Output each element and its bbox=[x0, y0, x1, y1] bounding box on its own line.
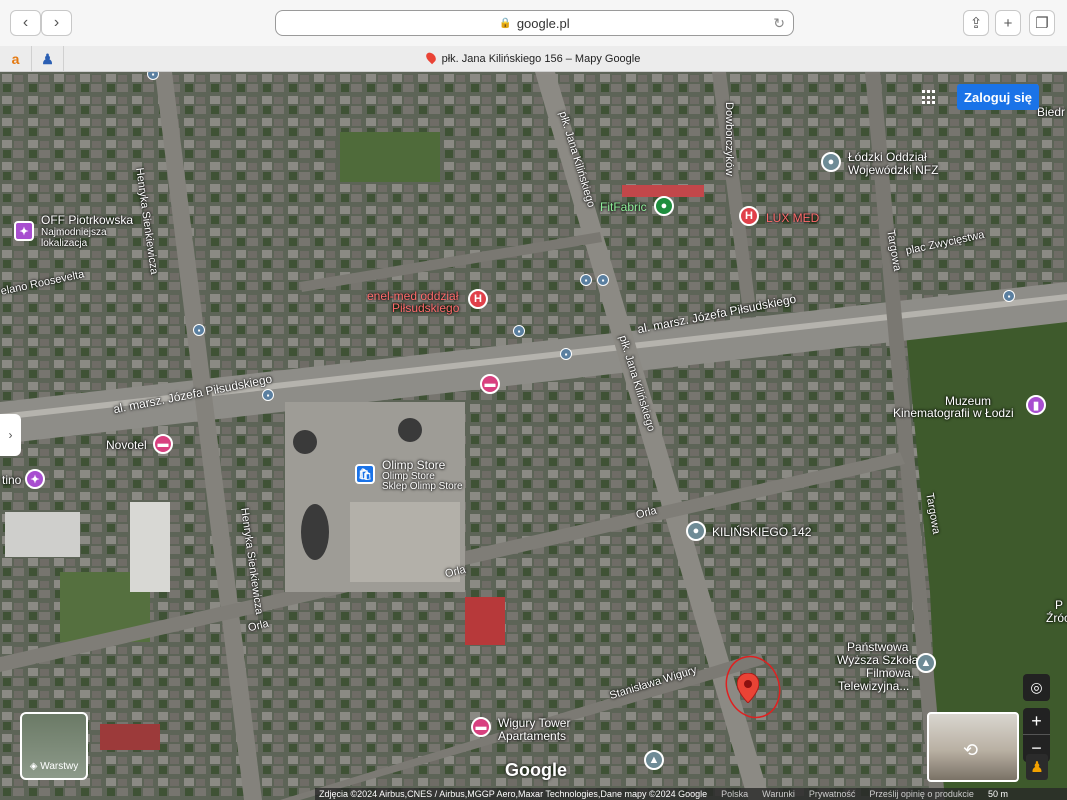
url-text: google.pl bbox=[516, 15, 570, 31]
hotel-icon[interactable]: ▬ bbox=[471, 717, 491, 737]
place-label[interactable]: Olimp Store bbox=[382, 458, 445, 472]
rotate-icon: ⟲ bbox=[963, 740, 979, 760]
back-button[interactable]: ‹ bbox=[10, 10, 41, 36]
zoom-in-button[interactable]: + bbox=[1023, 708, 1050, 735]
place-label[interactable]: OFF Piotrkowska bbox=[41, 213, 133, 227]
place-label[interactable]: FitFabric bbox=[600, 200, 647, 214]
tab-bar: a ♟ płk. Jana Kilińskiego 156 – Mapy Goo… bbox=[0, 46, 1067, 72]
place-label: Kinematografii w Łodzi bbox=[893, 406, 1014, 420]
my-location-button[interactable]: ◎ bbox=[1023, 674, 1050, 701]
place-label: Apartaments bbox=[498, 729, 567, 743]
tram-stop-icon[interactable]: ▪ bbox=[1003, 290, 1015, 302]
imagery-credits: Zdjęcia ©2024 Airbus,CNES / Airbus,MGGP … bbox=[319, 789, 708, 799]
reload-icon[interactable]: ↻ bbox=[773, 15, 785, 32]
browser-toolbar: ‹ › 🔒 google.pl ↻ ⇪ + ❐ bbox=[0, 0, 1067, 46]
place-label: Filmowa, bbox=[866, 666, 915, 680]
tram-stop-icon[interactable]: ▪ bbox=[560, 348, 572, 360]
venue-icon[interactable]: ✦ bbox=[25, 469, 45, 489]
tram-stop-icon[interactable]: ▪ bbox=[513, 325, 525, 337]
landmark-icon[interactable]: ● bbox=[686, 521, 706, 541]
hospital-icon[interactable]: H bbox=[739, 206, 759, 226]
off-piotrkowska-icon[interactable]: ✦ bbox=[14, 221, 34, 241]
map-footer: Zdjęcia ©2024 Airbus,CNES / Airbus,MGGP … bbox=[315, 788, 1067, 800]
landmark-icon[interactable]: ● bbox=[821, 152, 841, 172]
place-label: Piłsudskiego bbox=[392, 301, 460, 315]
place-label[interactable]: Novotel bbox=[106, 438, 147, 452]
satellite-map[interactable]: Henryka Sienkiewicza Henryka Sienkiewicz… bbox=[0, 72, 1067, 800]
lock-icon: 🔒 bbox=[499, 17, 512, 29]
place-sublabel: Sklep Olimp Store bbox=[382, 481, 463, 492]
museum-icon[interactable]: ▮ bbox=[1026, 395, 1046, 415]
privacy-link[interactable]: Prywatność bbox=[809, 789, 856, 799]
place-label: Wojewódzki NFZ bbox=[848, 163, 939, 177]
layers-label: Warstwy bbox=[40, 761, 79, 772]
place-label[interactable]: P bbox=[1055, 598, 1063, 612]
scale-label[interactable]: 50 m bbox=[988, 789, 1008, 799]
school-icon[interactable]: ▲ bbox=[644, 750, 664, 770]
tab-title[interactable]: płk. Jana Kilińskiego 156 – Mapy Google bbox=[0, 50, 1067, 65]
place-label[interactable]: KILIŃSKIEGO 142 bbox=[712, 525, 811, 539]
tram-stop-icon[interactable]: ▪ bbox=[597, 274, 609, 286]
share-button[interactable]: ⇪ bbox=[963, 10, 989, 36]
fitness-icon[interactable]: ● bbox=[654, 196, 674, 216]
terms-link[interactable]: Warunki bbox=[762, 789, 795, 799]
layers-icon: ◈ bbox=[29, 761, 41, 772]
place-label[interactable]: Państwowa bbox=[847, 640, 908, 654]
place-label: Telewizyjna... bbox=[838, 679, 910, 693]
pegman-icon[interactable]: ♟ bbox=[1026, 754, 1048, 780]
apps-grid-icon[interactable] bbox=[922, 90, 937, 105]
feedback-link[interactable]: Prześlij opinię o produkcie bbox=[869, 789, 974, 799]
hotel-icon[interactable]: ▬ bbox=[153, 434, 173, 454]
forward-button[interactable]: › bbox=[41, 10, 72, 36]
tram-stop-icon[interactable]: ▪ bbox=[580, 274, 592, 286]
tram-stop-icon[interactable]: ▪ bbox=[262, 389, 274, 401]
login-button[interactable]: Zaloguj się bbox=[957, 84, 1039, 110]
place-label: Źróc bbox=[1046, 611, 1067, 625]
shopping-bag-icon[interactable]: 🛍 bbox=[355, 464, 375, 484]
place-label: Wyższa Szkoła bbox=[837, 653, 919, 667]
layers-button[interactable]: ◈ Warstwy bbox=[20, 712, 88, 780]
place-label[interactable]: tino bbox=[2, 473, 21, 487]
place-sublabel: Najmodniejsza bbox=[41, 227, 107, 238]
place-sublabel: lokalizacja bbox=[41, 238, 88, 249]
google-logo: Google bbox=[505, 760, 567, 780]
hospital-icon[interactable]: H bbox=[468, 289, 488, 309]
place-label[interactable]: Łódzki Oddział bbox=[848, 150, 927, 164]
expand-panel-button[interactable]: › bbox=[0, 414, 21, 456]
street-view-thumbnail[interactable]: ⟲ bbox=[927, 712, 1019, 782]
school-icon[interactable]: ▲ bbox=[916, 653, 936, 673]
location-pin-icon[interactable] bbox=[737, 673, 759, 703]
address-bar[interactable]: 🔒 google.pl ↻ bbox=[275, 10, 794, 36]
country-link[interactable]: Polska bbox=[721, 789, 748, 799]
place-label[interactable]: Biedr bbox=[1037, 105, 1065, 119]
tabs-overview-button[interactable]: ❐ bbox=[1029, 10, 1055, 36]
new-tab-button[interactable]: + bbox=[995, 10, 1021, 36]
place-label[interactable]: LUX MED bbox=[766, 211, 819, 225]
place-label[interactable]: Wigury Tower bbox=[498, 716, 570, 730]
tram-stop-icon[interactable]: ▪ bbox=[193, 324, 205, 336]
street-label: Dowborczyków bbox=[723, 102, 735, 176]
maps-pin-icon bbox=[423, 50, 438, 65]
hotel-icon[interactable]: ▬ bbox=[480, 374, 500, 394]
